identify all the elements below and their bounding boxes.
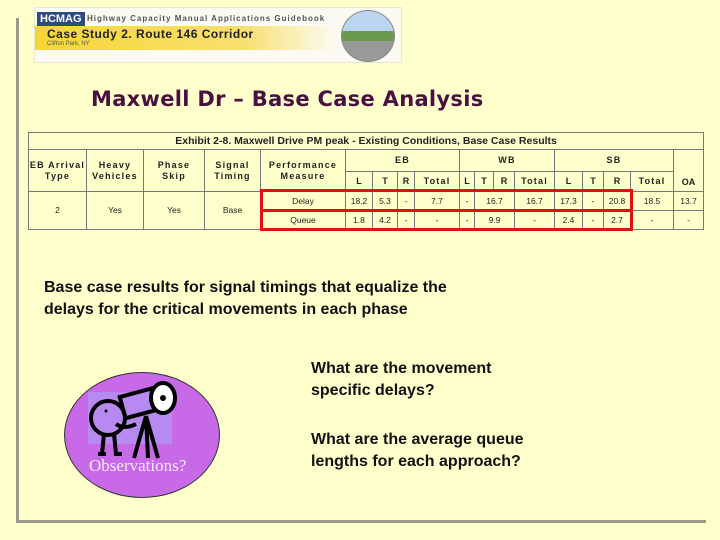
observations-label: Observations? <box>89 456 187 475</box>
cell-arrival: 2 <box>28 191 87 230</box>
guidebook-title: Highway Capacity Manual Applications Gui… <box>87 14 326 23</box>
case-study-title: Case Study 2. Route 146 Corridor <box>47 27 254 41</box>
frame-left-border <box>16 18 19 523</box>
header-perf: Performance Measure <box>260 149 346 192</box>
question-delays: What are the movement specific delays? <box>311 360 492 399</box>
cell-signal: Base <box>204 191 261 230</box>
header-sb: SB <box>554 149 674 172</box>
cell: - <box>630 210 674 230</box>
cell: 18.5 <box>630 191 674 211</box>
cell: 13.7 <box>672 191 705 211</box>
header-oa: OA <box>672 149 705 192</box>
header-arrival: EB Arrival Type <box>28 149 87 192</box>
header-phase: Phase Skip <box>143 149 205 192</box>
header-eb: EB <box>345 149 460 172</box>
table-caption: Exhibit 2-8. Maxwell Drive PM peak - Exi… <box>27 132 705 150</box>
header-wb: WB <box>459 149 555 172</box>
header-total: Total <box>630 171 674 192</box>
frame-bottom-border <box>16 520 706 523</box>
header-heavy: Heavy Vehicles <box>86 149 144 192</box>
cell-phase: Yes <box>143 191 205 230</box>
page-title: Maxwell Dr – Base Case Analysis <box>91 87 484 111</box>
question-queues: What are the average queue lengths for e… <box>311 431 524 470</box>
highlight-queue-row <box>260 209 633 231</box>
header-banner: HCMAG Highway Capacity Manual Applicatio… <box>34 7 402 63</box>
header-signal: Signal Timing <box>204 149 261 192</box>
summary-text: Base case results for signal timings tha… <box>44 279 447 318</box>
location: Clifton Park, NY <box>47 41 90 47</box>
hcmag-logo: HCMAG <box>37 12 85 26</box>
cell-heavy: Yes <box>86 191 144 230</box>
road-photo <box>341 10 395 62</box>
cell: - <box>672 210 705 230</box>
